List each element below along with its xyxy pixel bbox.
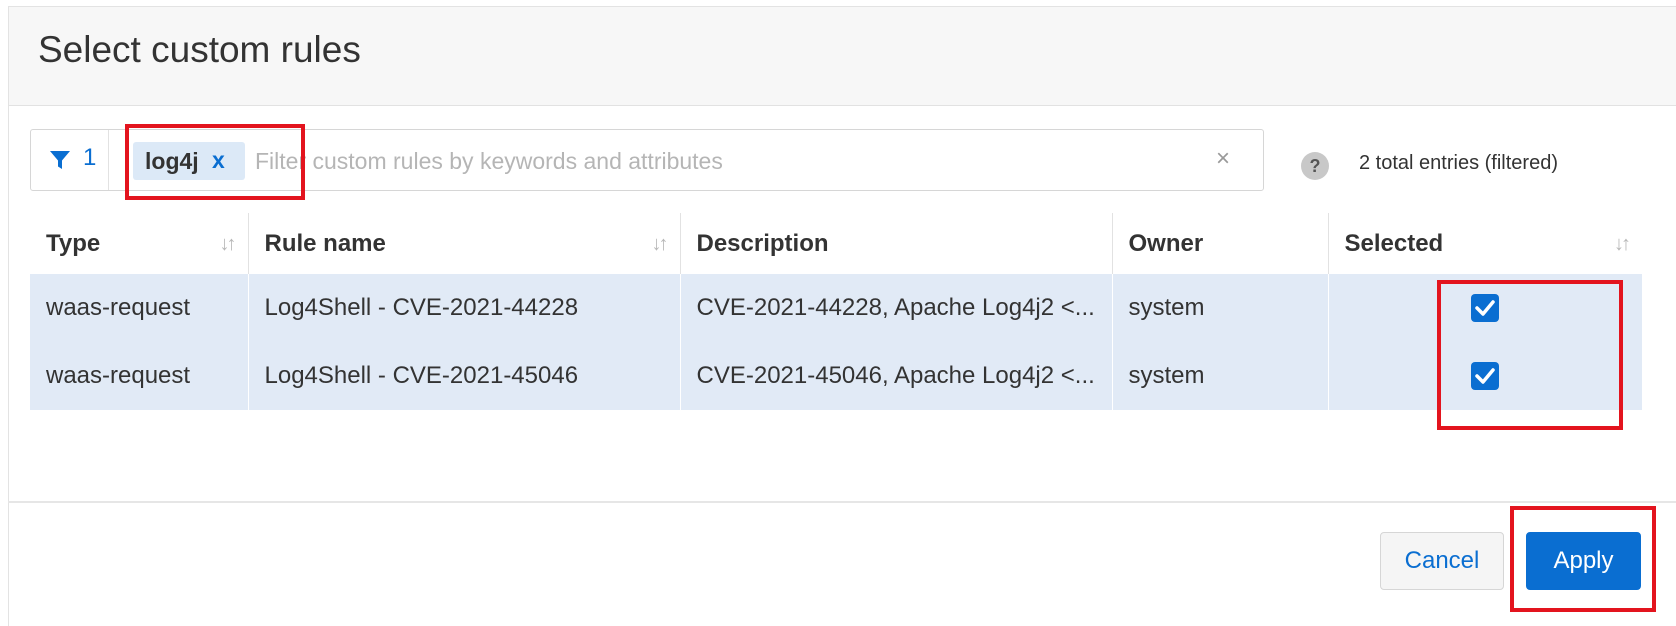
filter-chip-log4j: log4j x — [133, 142, 245, 180]
cell-description: CVE-2021-45046, Apache Log4j2 <... — [680, 342, 1113, 410]
cell-rule-name: Log4Shell - CVE-2021-44228 — [248, 274, 681, 342]
column-header-label: Owner — [1128, 229, 1204, 257]
filter-search-input[interactable] — [253, 138, 1137, 184]
column-header-owner: Owner — [1112, 213, 1329, 274]
column-header-rule-name[interactable]: Rule name ↓↑ — [248, 213, 681, 274]
table-header-row: Type ↓↑ Rule name ↓↑ Description Owner S… — [30, 213, 1642, 274]
cancel-button[interactable]: Cancel — [1380, 532, 1504, 590]
sort-icon[interactable]: ↓↑ — [1614, 233, 1631, 256]
row-select-checkbox[interactable] — [1471, 294, 1500, 323]
table-row[interactable]: waas-request Log4Shell - CVE-2021-45046 … — [30, 342, 1642, 410]
column-header-type[interactable]: Type ↓↑ — [30, 213, 249, 274]
cell-rule-name: Log4Shell - CVE-2021-45046 — [248, 342, 681, 410]
cell-type: waas-request — [30, 342, 249, 410]
column-header-label: Type — [46, 229, 101, 257]
column-header-description: Description — [680, 213, 1113, 274]
column-header-label: Description — [696, 229, 829, 257]
row-select-checkbox[interactable] — [1471, 362, 1500, 391]
cell-description: CVE-2021-44228, Apache Log4j2 <... — [680, 274, 1113, 342]
filter-chip-label: log4j — [145, 148, 199, 174]
checkmark-icon — [1475, 300, 1495, 317]
active-filter-count: 1 — [83, 144, 97, 171]
apply-button[interactable]: Apply — [1526, 532, 1641, 590]
total-entries-count: 2 total entries (filtered) — [1359, 152, 1558, 174]
cell-selected — [1328, 274, 1642, 342]
funnel-icon — [50, 151, 70, 169]
cell-selected — [1328, 342, 1642, 410]
checkmark-icon — [1475, 368, 1495, 385]
sort-icon[interactable]: ↓↑ — [220, 233, 237, 256]
help-icon[interactable]: ? — [1301, 152, 1329, 180]
rules-table: Type ↓↑ Rule name ↓↑ Description Owner S… — [30, 213, 1642, 410]
dialog-header: Select custom rules — [9, 7, 1676, 106]
sort-icon[interactable]: ↓↑ — [652, 233, 669, 256]
table-row[interactable]: waas-request Log4Shell - CVE-2021-44228 … — [30, 274, 1642, 342]
filter-bar: 1 log4j x × — [30, 129, 1264, 191]
clear-icon[interactable]: × — [1216, 145, 1230, 173]
dialog-title: Select custom rules — [38, 29, 361, 70]
close-icon[interactable]: x — [212, 147, 225, 174]
filter-toggle-button[interactable]: 1 — [31, 130, 109, 190]
cell-owner: system — [1112, 274, 1329, 342]
cell-type: waas-request — [30, 274, 249, 342]
cell-owner: system — [1112, 342, 1329, 410]
column-header-label: Rule name — [264, 229, 386, 257]
column-header-label: Selected — [1344, 229, 1444, 257]
column-header-selected[interactable]: Selected ↓↑ — [1328, 213, 1642, 274]
footer-divider — [8, 501, 1676, 503]
